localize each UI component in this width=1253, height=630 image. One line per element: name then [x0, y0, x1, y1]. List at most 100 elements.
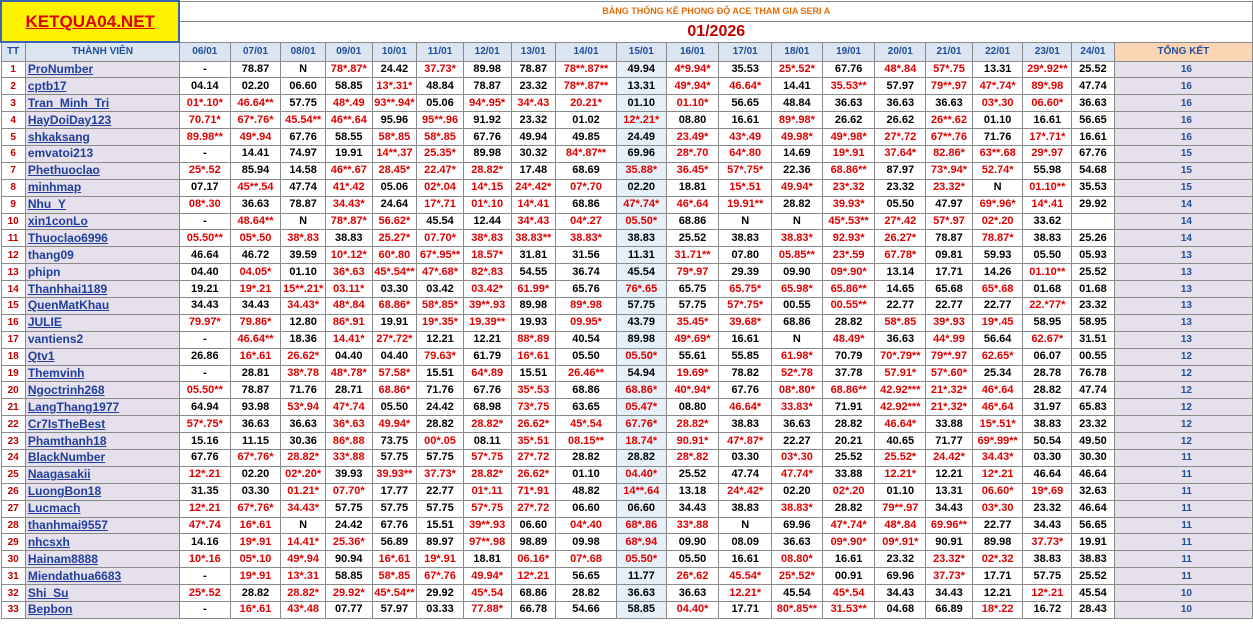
result-cell: 15*.51* [971, 415, 1024, 434]
result-cell: 14.41 [229, 144, 282, 163]
member-name-link[interactable]: Naagasakii [24, 465, 180, 484]
table-row: 33 Bepbon -16*.61 43*.48 07.77 57.97 03.33 77.8… [0, 601, 1253, 619]
result-cell: - [178, 60, 231, 79]
member-name-link[interactable]: HayDoiDay123 [24, 111, 180, 130]
table-row: 11 Thuoclao6996 05.50** 05*.50 38*.83 38.83 25… [0, 229, 1253, 248]
result-cell: 49.50 [1071, 432, 1115, 450]
result-cell: 34.43* [324, 195, 373, 214]
result-cell: 09*.90* [821, 263, 876, 282]
result-cell: 27*.72* [371, 330, 418, 349]
result-cell: 03.33 [416, 601, 464, 619]
result-cell: 82*.83 [462, 263, 512, 282]
result-cell: 65.83 [1071, 398, 1115, 417]
member-name-link[interactable]: BlackNumber [24, 448, 180, 467]
result-cell: 38.83 [324, 229, 373, 248]
member-name-link[interactable]: Phamthanh18 [24, 432, 180, 450]
result-cell: 42.92*** [874, 381, 927, 400]
date-header: 13/01 [510, 41, 557, 62]
member-name-link[interactable]: Shi_Su [24, 584, 180, 602]
result-cell: 29*.97 [1022, 144, 1073, 163]
total-count: 15 [1113, 161, 1253, 180]
member-name-link[interactable]: Cr7IsTheBest [24, 415, 180, 434]
date-header: 17/01 [718, 41, 773, 62]
sheet-title: BẢNG THỐNG KÊ PHONG ĐỘ ACE THAM GIA SERI… [178, 0, 1253, 22]
result-cell: 22.77 [971, 516, 1024, 535]
result-cell: 28.78 [1022, 364, 1073, 383]
result-cell: 12.21* [718, 584, 773, 602]
member-name-link[interactable]: Hainam8888 [24, 550, 180, 569]
result-cell: 28.82* [462, 161, 512, 180]
result-cell: 69*.99** [971, 432, 1024, 450]
result-cell: 12.21 [925, 465, 973, 484]
result-cell: 79.63* [416, 347, 464, 366]
member-name-link[interactable]: thanhmai9557 [24, 516, 180, 535]
result-cell: 19.93 [510, 313, 557, 332]
member-name-link[interactable]: minhmap [24, 178, 180, 197]
result-cell: 49*.94 [229, 128, 282, 146]
member-name-link[interactable]: shkaksang [24, 128, 180, 146]
result-cell: 59.93 [971, 246, 1024, 265]
member-name-link[interactable]: Phethuoclao [24, 161, 180, 180]
result-cell: 22.77 [925, 296, 973, 315]
site-logo[interactable]: KETQUA04.NET [0, 0, 181, 43]
result-cell: 26.46** [555, 364, 617, 383]
result-cell: 16.72 [1022, 601, 1073, 619]
member-name-link[interactable]: QuenMatKhau [24, 296, 180, 315]
result-cell: 45*.54 [821, 584, 876, 602]
result-cell: 89.98 [462, 60, 512, 79]
result-cell: 01.10 [555, 465, 617, 484]
result-cell: 36*.63 [324, 415, 373, 434]
member-name-link[interactable]: Miendathua6683 [24, 567, 180, 586]
result-cell: 39.59 [280, 246, 326, 265]
result-cell: 68.86 [510, 584, 557, 602]
result-cell: 12*.21* [615, 111, 667, 130]
member-name-link[interactable]: Thuoclao6996 [24, 229, 180, 248]
member-name-link[interactable]: Nhu_Y [24, 195, 180, 214]
member-name-link[interactable]: Qtv1 [24, 347, 180, 366]
result-cell: 21*.32* [925, 398, 973, 417]
result-cell: 27*.72 [510, 448, 557, 467]
result-cell: 34*.43 [510, 212, 557, 231]
result-cell: 25.52* [874, 448, 927, 467]
member-name-link[interactable]: emvatoi213 [24, 144, 180, 163]
result-cell: - [178, 567, 231, 586]
result-cell: 95**.96 [416, 111, 464, 130]
member-name-link[interactable]: JULIE [24, 313, 180, 332]
member-name-link[interactable]: phipn [24, 263, 180, 282]
result-cell: 23*.59 [821, 246, 876, 265]
result-cell: 71.77 [925, 432, 973, 450]
member-name-link[interactable]: vantiens2 [24, 330, 180, 349]
member-name-link[interactable]: LuongBon18 [24, 482, 180, 501]
result-cell: 25.34 [971, 364, 1024, 383]
result-cell: 19.91 [1071, 533, 1115, 552]
result-cell: 38.83 [718, 229, 773, 248]
result-cell: 55.85 [718, 347, 773, 366]
member-name-link[interactable]: nhcsxh [24, 533, 180, 552]
member-name-link[interactable]: Ngoctrinh268 [24, 381, 180, 400]
result-cell: 46.64* [874, 415, 927, 434]
result-cell: 31.97 [1022, 398, 1073, 417]
row-number: 30 [0, 550, 26, 569]
date-header: 06/01 [178, 41, 231, 62]
result-cell: 16.61 [1022, 111, 1073, 130]
date-header: 11/01 [416, 41, 464, 62]
result-cell: 05.50* [615, 550, 667, 569]
member-name-link[interactable]: thang09 [24, 246, 180, 265]
member-name-link[interactable]: xin1conLo [24, 212, 180, 231]
result-cell: 16*.61 [229, 601, 282, 619]
result-cell: 03.30 [371, 280, 418, 298]
member-name-link[interactable]: Lucmach [24, 499, 180, 518]
result-cell: 93.98 [229, 398, 282, 417]
result-cell: 11.15 [229, 432, 282, 450]
member-name-link[interactable]: Themvinh [24, 364, 180, 383]
member-name-link[interactable]: cptb17 [24, 77, 180, 96]
member-name-link[interactable]: Thanhhai1189 [24, 280, 180, 298]
table-row: 3 Tran_Minh_Tri 01*.10* 46.64** 57.75 48*.49 9… [0, 94, 1253, 113]
member-name-link[interactable]: Tran_Minh_Tri [24, 94, 180, 113]
member-name-link[interactable]: ProNumber [24, 60, 180, 79]
table-row: 23 Phamthanh18 15.16 11.15 30.36 86*.88 73.75 0… [0, 432, 1253, 450]
member-name-link[interactable]: LangThang1977 [24, 398, 180, 417]
member-name-link[interactable]: Bepbon [24, 601, 180, 619]
result-cell: 36.63 [229, 195, 282, 214]
result-cell: 78**.87** [555, 77, 617, 96]
